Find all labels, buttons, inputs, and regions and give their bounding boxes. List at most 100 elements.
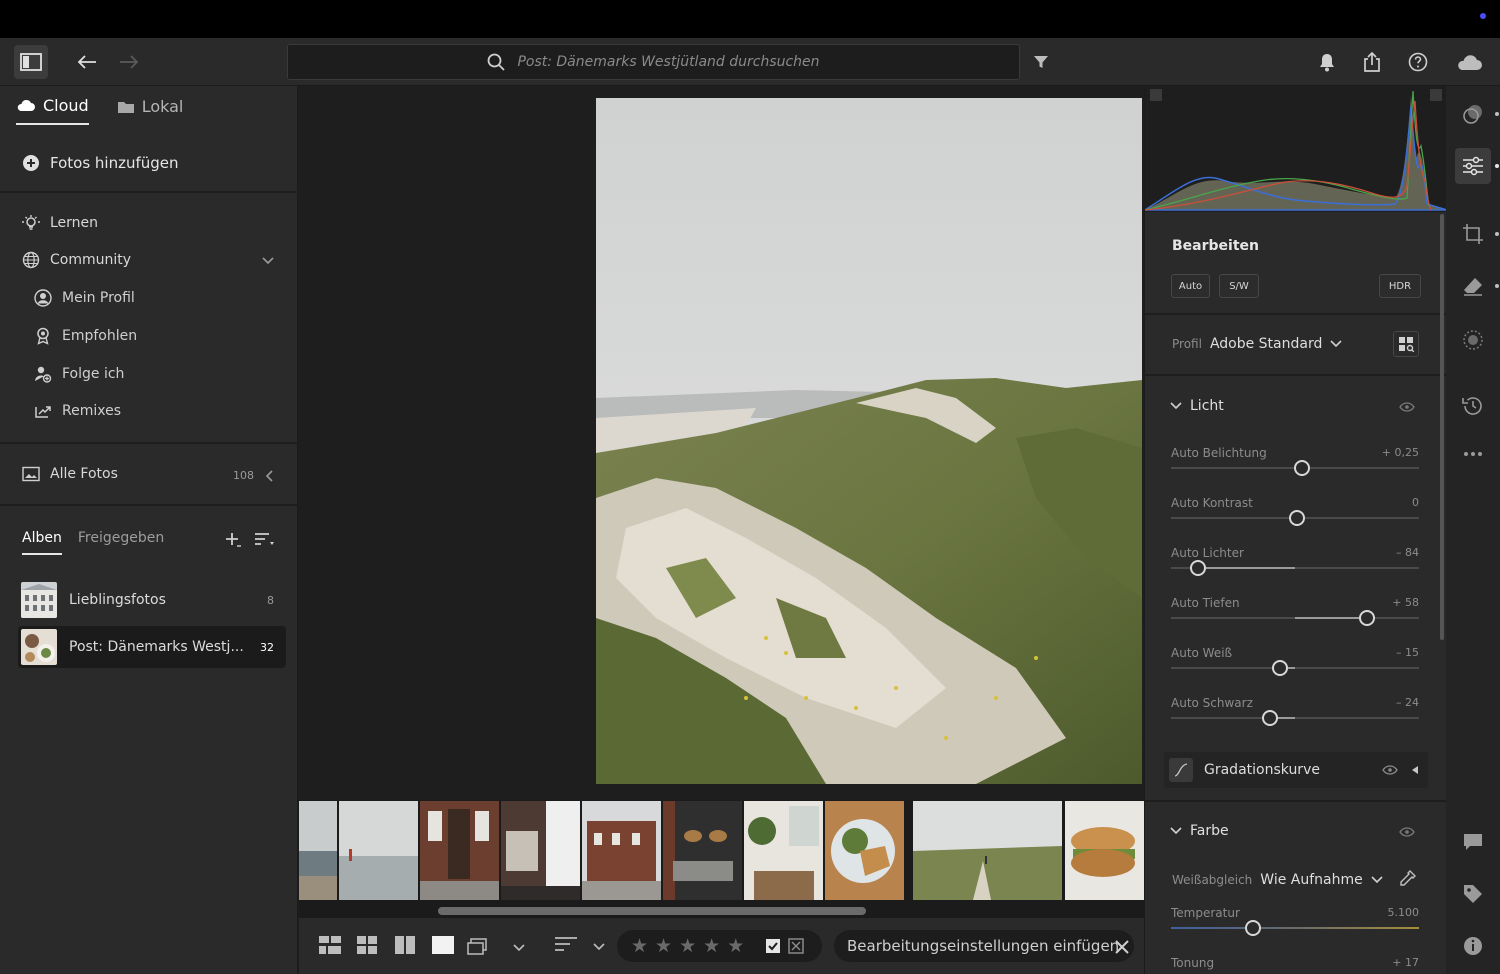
- share-button[interactable]: [1355, 45, 1389, 79]
- compare-view-icon[interactable]: [395, 936, 415, 954]
- comments-button[interactable]: [1455, 824, 1491, 860]
- nav-learn[interactable]: Lernen: [22, 214, 98, 232]
- more-options-button[interactable]: [1455, 436, 1491, 472]
- slider-track[interactable]: [1171, 667, 1419, 669]
- edit-tool-button[interactable]: [1455, 148, 1491, 184]
- chevron-down-icon[interactable]: [262, 257, 274, 265]
- panel-scrollbar[interactable]: [1440, 214, 1444, 640]
- toggle-sidebar-button[interactable]: [14, 45, 48, 79]
- back-button[interactable]: [70, 45, 104, 79]
- sort-lines-icon[interactable]: [555, 936, 577, 952]
- chevron-down-icon[interactable]: [513, 944, 525, 952]
- nav-remixes[interactable]: Remixes: [34, 403, 121, 419]
- search-input[interactable]: Post: Dänemarks Westjütland durchsuchen: [287, 44, 1020, 80]
- slider-knob[interactable]: [1272, 660, 1289, 676]
- filmstrip-thumbnail[interactable]: [825, 801, 904, 900]
- slider-knob[interactable]: [1358, 610, 1375, 626]
- add-photos-button[interactable]: Fotos hinzufügen: [22, 154, 179, 172]
- grid-view-icon[interactable]: [357, 936, 377, 954]
- nav-my-profile[interactable]: Mein Profil: [34, 289, 135, 307]
- paste-settings-button[interactable]: Bearbeitungseinstellungen einfügen: [834, 930, 1134, 962]
- filmstrip-thumbnail[interactable]: [582, 801, 661, 900]
- notifications-button[interactable]: [1310, 45, 1344, 79]
- adjust-slider[interactable]: Auto Tiefen + 58: [1171, 596, 1419, 636]
- info-button[interactable]: [1455, 928, 1491, 964]
- eyedropper-icon[interactable]: [1397, 869, 1417, 889]
- tab-shared[interactable]: Freigegeben: [78, 530, 164, 555]
- flag-pick-icon[interactable]: [765, 938, 781, 954]
- filmstrip-thumbnail[interactable]: [913, 801, 1062, 900]
- cloud-sync-button[interactable]: [1452, 45, 1486, 79]
- add-album-icon[interactable]: [224, 531, 242, 549]
- flag-reject-icon[interactable]: [788, 938, 804, 954]
- square-grid-view-icon[interactable]: [319, 936, 341, 954]
- star-icon[interactable]: ★: [727, 936, 744, 956]
- slider-knob[interactable]: [1244, 920, 1261, 936]
- close-icon[interactable]: [1115, 940, 1129, 954]
- slider-knob[interactable]: [1294, 460, 1311, 476]
- temperature-slider[interactable]: Temperatur 5.100: [1171, 906, 1419, 946]
- adjust-slider[interactable]: Auto Weiß – 15: [1171, 646, 1419, 686]
- light-section-header[interactable]: Licht: [1170, 398, 1224, 414]
- sort-icon[interactable]: [254, 532, 274, 548]
- eye-icon[interactable]: [1399, 402, 1415, 412]
- filmstrip-thumbnail[interactable]: [299, 801, 337, 900]
- filmstrip-scrollbar[interactable]: [299, 904, 1144, 918]
- keywords-button[interactable]: [1455, 876, 1491, 912]
- nav-all-photos[interactable]: Alle Fotos: [22, 466, 118, 482]
- help-button[interactable]: [1401, 45, 1435, 79]
- star-icon[interactable]: ★: [703, 936, 720, 956]
- star-icon[interactable]: ★: [655, 936, 672, 956]
- tab-cloud[interactable]: Cloud: [16, 96, 89, 125]
- tone-curve-section-header[interactable]: Gradationskurve: [1164, 752, 1428, 788]
- eye-icon[interactable]: [1382, 765, 1398, 775]
- slider-knob[interactable]: [1262, 710, 1279, 726]
- slider-track[interactable]: [1171, 717, 1419, 719]
- album-row-selected[interactable]: Post: Dänemarks Westj... 32: [18, 626, 286, 668]
- color-section-header[interactable]: Farbe: [1170, 823, 1229, 839]
- adjust-slider[interactable]: Auto Belichtung + 0,25: [1171, 446, 1419, 486]
- slider-knob[interactable]: [1190, 560, 1207, 576]
- detail-view-icon[interactable]: [432, 936, 454, 954]
- tab-lokal[interactable]: Lokal: [117, 96, 183, 125]
- main-photo[interactable]: [596, 98, 1142, 784]
- chevron-left-icon[interactable]: [265, 470, 273, 482]
- adjust-slider[interactable]: Auto Schwarz – 24: [1171, 696, 1419, 736]
- filmstrip-thumbnail[interactable]: [1065, 801, 1144, 900]
- filmstrip-thumbnail[interactable]: [663, 801, 742, 900]
- slideshow-icon[interactable]: [467, 938, 487, 956]
- masking-tool-button[interactable]: [1455, 322, 1491, 358]
- healing-tool-button[interactable]: [1455, 268, 1491, 304]
- nav-following[interactable]: Folge ich: [34, 365, 124, 383]
- slider-knob[interactable]: [1289, 510, 1306, 526]
- temperature-track[interactable]: [1171, 927, 1419, 929]
- white-balance-selector[interactable]: Weißabgleich Wie Aufnahme: [1172, 872, 1383, 888]
- chevron-down-icon[interactable]: [593, 943, 605, 951]
- bw-button[interactable]: S/W: [1219, 274, 1259, 298]
- filmstrip-thumbnail[interactable]: [501, 801, 580, 900]
- crop-tool-button[interactable]: [1455, 216, 1491, 252]
- profile-selector[interactable]: Profil Adobe Standard: [1172, 336, 1342, 352]
- caret-left-icon[interactable]: [1412, 766, 1418, 774]
- filmstrip-thumbnail[interactable]: [744, 801, 823, 900]
- star-icon[interactable]: ★: [631, 936, 648, 956]
- nav-recommended[interactable]: Empfohlen: [34, 327, 137, 345]
- adjust-slider[interactable]: Auto Kontrast 0: [1171, 496, 1419, 536]
- auto-button[interactable]: Auto: [1171, 274, 1210, 298]
- star-icon[interactable]: ★: [679, 936, 696, 956]
- forward-button[interactable]: [112, 45, 146, 79]
- presets-button[interactable]: [1455, 96, 1491, 132]
- hdr-button[interactable]: HDR: [1379, 274, 1421, 298]
- tab-albums[interactable]: Alben: [22, 530, 62, 555]
- profile-browser-button[interactable]: [1393, 331, 1419, 357]
- filmstrip-thumbnail[interactable]: [339, 801, 418, 900]
- nav-community[interactable]: Community: [22, 251, 131, 269]
- adjust-slider[interactable]: Auto Lichter – 84: [1171, 546, 1419, 586]
- filter-button[interactable]: [1024, 45, 1058, 79]
- history-button[interactable]: [1455, 388, 1491, 424]
- scrollbar-thumb[interactable]: [438, 907, 866, 915]
- album-row[interactable]: Lieblingsfotos 8: [18, 579, 286, 621]
- tint-slider[interactable]: Tonung + 17: [1171, 956, 1419, 974]
- eye-icon[interactable]: [1399, 827, 1415, 837]
- filmstrip-thumbnail[interactable]: [420, 801, 499, 900]
